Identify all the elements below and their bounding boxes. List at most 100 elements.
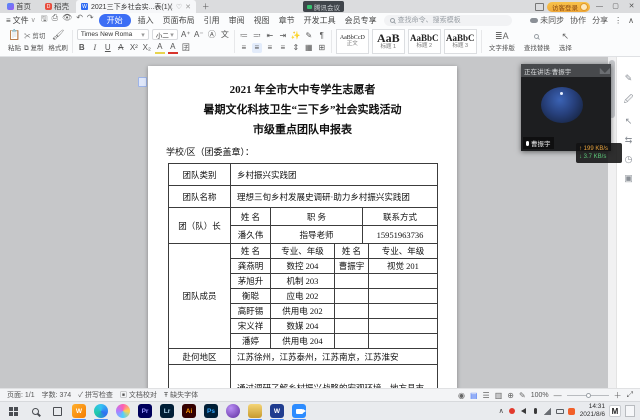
member-name-cell[interactable] <box>335 319 369 334</box>
start-button[interactable] <box>2 402 24 420</box>
proofread-button[interactable]: ▣ 文档校对 <box>120 390 157 400</box>
font-color-icon[interactable]: A <box>168 42 178 54</box>
member-name-cell[interactable]: 曹振宇 <box>335 259 369 274</box>
tray-mic-icon[interactable] <box>532 407 540 415</box>
member-name-cell[interactable] <box>335 274 369 289</box>
taskbar-app-meeting[interactable] <box>288 402 310 420</box>
ribbon-tab-review[interactable]: 审阅 <box>227 15 247 26</box>
read-mode-icon[interactable]: ⊕ <box>507 391 514 400</box>
taskbar-app-edge[interactable] <box>90 402 112 420</box>
spellcheck-toggle[interactable]: ✓ 拼写检查 <box>78 390 113 400</box>
region-label-cell[interactable]: 赴何地区 <box>169 349 231 365</box>
purpose-value-cell[interactable]: 通过调研了解乡村振兴战略的宏观环境、地方县市（或乡 <box>231 365 438 389</box>
paragraph-settings-icon[interactable]: ¶ <box>317 31 327 41</box>
member-major-cell[interactable] <box>369 304 438 319</box>
taskbar-clock[interactable]: 14:31 2021/8/6 <box>580 403 605 419</box>
taskbar-app-wps[interactable]: W <box>68 402 90 420</box>
ribbon-tab-references[interactable]: 引用 <box>202 15 222 26</box>
ribbon-tab-insert[interactable]: 插入 <box>136 15 156 26</box>
annotation-pen-icon[interactable]: ✎ <box>625 73 633 84</box>
recording-indicator-icon[interactable] <box>508 407 516 415</box>
task-view-button[interactable] <box>46 402 68 420</box>
member-major-cell[interactable]: 视觉 201 <box>369 259 438 274</box>
print-icon[interactable]: ⎙ <box>52 13 58 27</box>
more-icon[interactable]: ⋮ <box>614 16 622 25</box>
leader-duty-cell[interactable]: 指导老师 <box>271 226 363 244</box>
font-size-select[interactable]: 小二 ▾ <box>152 29 178 40</box>
ribbon-tab-page-layout[interactable]: 页面布局 <box>161 15 197 26</box>
bullet-list-icon[interactable]: ≔ <box>239 31 249 41</box>
doc-title-line1[interactable]: 2021 年全市大中专学生志愿者 <box>148 80 457 100</box>
ribbon-tab-developer[interactable]: 开发工具 <box>302 15 338 26</box>
italic-icon[interactable]: I <box>90 43 100 53</box>
favorite-icon[interactable]: ♡ <box>176 3 182 11</box>
leader-label-cell[interactable]: 团（队）长 <box>169 208 231 244</box>
new-tab-button[interactable]: ＋ <box>196 0 216 13</box>
tray-orange-app-icon[interactable] <box>568 407 576 415</box>
history-clock-icon[interactable]: ◷ <box>625 154 633 165</box>
copy-button[interactable]: ⧉ 复制 <box>24 42 45 53</box>
close-tab-icon[interactable]: ✕ <box>185 3 191 11</box>
undo-icon[interactable]: ↶ <box>76 13 83 27</box>
taskbar-app-illustrator[interactable]: Ai <box>178 402 200 420</box>
save-icon[interactable]: 🖫 <box>41 13 48 27</box>
grow-font-icon[interactable]: A⁺ <box>181 30 191 40</box>
team-name-value-cell[interactable]: 理想三旬乡村发展史调研·助力乡村振兴实践团 <box>231 186 438 208</box>
find-replace-button[interactable]: 查找替换 <box>521 32 553 52</box>
web-view-icon[interactable]: ▥ <box>495 391 503 400</box>
highlight-icon[interactable]: A <box>155 42 165 54</box>
eye-protect-icon[interactable]: ◉ <box>458 391 465 400</box>
members-header-major2[interactable]: 专业、年级 <box>369 244 438 259</box>
shading-icon[interactable]: ▦ <box>304 43 314 53</box>
member-name-cell[interactable]: 潘婷 <box>231 334 271 349</box>
taskbar-app-photoshop[interactable]: Ps <box>200 402 222 420</box>
members-header-name2[interactable]: 姓 名 <box>335 244 369 259</box>
members-label-cell[interactable]: 团队成员 <box>169 244 231 349</box>
minimize-button[interactable]: — <box>593 0 606 13</box>
leader-phone-cell[interactable]: 15951963736 <box>363 226 438 244</box>
battery-icon[interactable] <box>556 407 564 415</box>
member-major-cell[interactable]: 机制 203 <box>271 274 335 289</box>
preview-icon[interactable]: 👁 <box>62 13 72 27</box>
line-spacing-icon[interactable]: ⇕ <box>291 43 301 53</box>
collapse-ribbon-icon[interactable]: ∧ <box>628 16 634 25</box>
phonetic-guide-icon[interactable]: 文 <box>220 30 230 40</box>
category-value-cell[interactable]: 乡村振兴实践团 <box>231 164 438 186</box>
cut-button[interactable]: ✂ 剪切 <box>24 30 45 40</box>
doc-title-line3[interactable]: 市级重点团队申报表 <box>148 120 457 140</box>
text-layout-button[interactable]: ≣A 文字排版 <box>486 32 518 52</box>
bold-icon[interactable]: B <box>77 43 87 53</box>
format-painter-button[interactable]: 🖌 格式刷 <box>48 31 68 52</box>
align-justify-icon[interactable]: ≡ <box>278 43 288 53</box>
annotation-brush-icon[interactable]: 🖉 <box>624 92 634 108</box>
zoom-in-icon[interactable]: ＋ <box>614 390 622 401</box>
numbered-list-icon[interactable]: ≕ <box>252 31 262 41</box>
leader-header-duty[interactable]: 职 务 <box>271 208 363 226</box>
taskbar-app-gold[interactable] <box>244 402 266 420</box>
collaborate-button[interactable]: 协作 <box>570 15 586 26</box>
strikethrough-icon[interactable]: A <box>116 43 126 53</box>
ribbon-tab-section[interactable]: 章节 <box>277 15 297 26</box>
taskbar-search-button[interactable] <box>24 402 46 420</box>
style-normal[interactable]: AaBbCcD 正文 <box>336 29 369 54</box>
document-tab[interactable]: W 2021三下乡社会实...表(1)(1)(1) ♡ ✕ <box>76 0 196 13</box>
borders-icon[interactable]: ⊞ <box>317 43 327 53</box>
select-button[interactable]: ↖ 选择 <box>556 32 575 52</box>
card-panel-icon[interactable]: ▣ <box>624 173 633 184</box>
tab-home[interactable]: 首页 <box>0 0 38 13</box>
meeting-floating-window[interactable]: 正在讲话:曹振宇 ◣◢ 曹振宇 <box>521 64 611 151</box>
leader-name-cell[interactable]: 潘久伟 <box>231 226 271 244</box>
missing-font-button[interactable]: Ŧ 缺失字体 <box>164 390 198 400</box>
annotation-slider-icon[interactable]: ⇆ <box>625 135 633 146</box>
underline-icon[interactable]: U <box>103 43 113 53</box>
align-center-icon[interactable]: ≡ <box>252 43 262 53</box>
page-view-icon[interactable]: ▤ <box>470 391 478 400</box>
taskbar-app-purple-sphere[interactable] <box>222 402 244 420</box>
outline-view-icon[interactable]: ☰ <box>483 391 490 400</box>
speaker-video[interactable]: 曹振宇 <box>521 77 611 151</box>
subscript-icon[interactable]: X₂ <box>142 43 152 53</box>
member-name-cell[interactable] <box>335 304 369 319</box>
member-major-cell[interactable] <box>369 334 438 349</box>
members-header-name1[interactable]: 姓 名 <box>231 244 271 259</box>
tab-docer[interactable]: D 稻壳 <box>38 0 76 13</box>
